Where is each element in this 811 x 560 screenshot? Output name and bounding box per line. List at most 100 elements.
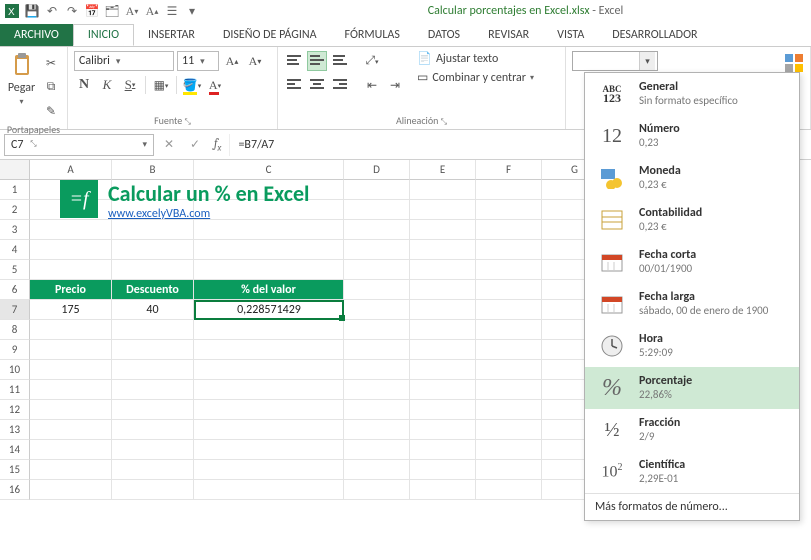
row-header-15[interactable]: 15 bbox=[0, 460, 30, 480]
col-header-A[interactable]: A bbox=[30, 160, 112, 180]
cell-E11[interactable] bbox=[410, 380, 476, 400]
cell-D12[interactable] bbox=[344, 400, 410, 420]
font-smaller-icon[interactable]: A▾ bbox=[124, 3, 140, 19]
cell-A14[interactable] bbox=[30, 440, 112, 460]
cell-D16[interactable] bbox=[344, 480, 410, 500]
tab-data[interactable]: DATOS bbox=[414, 24, 474, 46]
row-header-13[interactable]: 13 bbox=[0, 420, 30, 440]
numfmt-item-porcentaje[interactable]: %Porcentaje22,86% bbox=[585, 367, 799, 409]
cell-D9[interactable] bbox=[344, 340, 410, 360]
orientation-icon[interactable]: ⤢▾ bbox=[362, 51, 382, 71]
numfmt-item-hora[interactable]: Hora5:29:09 bbox=[585, 325, 799, 367]
cell-C14[interactable] bbox=[194, 440, 344, 460]
cell-F16[interactable] bbox=[476, 480, 542, 500]
cancel-formula-icon[interactable]: ✕ bbox=[158, 134, 180, 156]
cell-E5[interactable] bbox=[410, 260, 476, 280]
cell-D1[interactable] bbox=[344, 180, 410, 200]
grow-font-icon[interactable]: A▴ bbox=[222, 51, 242, 71]
align-bottom-icon[interactable] bbox=[330, 51, 350, 71]
cell-E10[interactable] bbox=[410, 360, 476, 380]
cell-B7[interactable]: 40 bbox=[112, 300, 194, 320]
cut-icon[interactable]: ✂ bbox=[41, 53, 61, 73]
row-header-3[interactable]: 3 bbox=[0, 220, 30, 240]
cell-F11[interactable] bbox=[476, 380, 542, 400]
cell-F7[interactable] bbox=[476, 300, 542, 320]
tab-formulas[interactable]: FÓRMULAS bbox=[331, 24, 414, 46]
cell-C4[interactable] bbox=[194, 240, 344, 260]
cell-E4[interactable] bbox=[410, 240, 476, 260]
select-all-corner[interactable] bbox=[0, 160, 30, 180]
cell-F4[interactable] bbox=[476, 240, 542, 260]
merge-center-button[interactable]: ▭Combinar y centrar ▾ bbox=[417, 70, 534, 85]
cell-E8[interactable] bbox=[410, 320, 476, 340]
cell-C3[interactable] bbox=[194, 220, 344, 240]
font-color-button[interactable]: A▾ bbox=[205, 75, 225, 95]
col-header-F[interactable]: F bbox=[476, 160, 542, 180]
cell-B3[interactable] bbox=[112, 220, 194, 240]
save-icon[interactable]: 💾 bbox=[24, 3, 40, 19]
cell-E13[interactable] bbox=[410, 420, 476, 440]
cell-C7[interactable]: 0,228571429 bbox=[194, 300, 344, 320]
numfmt-item-moneda[interactable]: Moneda0,23 € bbox=[585, 157, 799, 199]
cell-F14[interactable] bbox=[476, 440, 542, 460]
conditional-formatting-icon[interactable] bbox=[784, 53, 804, 73]
font-larger-icon[interactable]: A▴ bbox=[144, 3, 160, 19]
cell-A7[interactable]: 175 bbox=[30, 300, 112, 320]
row-header-2[interactable]: 2 bbox=[0, 200, 30, 220]
cell-E2[interactable] bbox=[410, 200, 476, 220]
fx-icon[interactable]: fx bbox=[214, 136, 221, 153]
align-center-icon[interactable] bbox=[307, 75, 327, 95]
font-name-combo[interactable]: Calibri▾ bbox=[74, 51, 174, 71]
accept-formula-icon[interactable]: ✓ bbox=[184, 134, 206, 156]
cell-E7[interactable] bbox=[410, 300, 476, 320]
cell-C8[interactable] bbox=[194, 320, 344, 340]
paste-button[interactable]: Pegar ▾ bbox=[6, 49, 37, 107]
col-header-D[interactable]: D bbox=[344, 160, 410, 180]
redo-icon[interactable]: ↷ bbox=[64, 3, 80, 19]
cell-A10[interactable] bbox=[30, 360, 112, 380]
cell-B16[interactable] bbox=[112, 480, 194, 500]
qat-icon-2[interactable]: 🗂 bbox=[104, 3, 120, 19]
cell-C12[interactable] bbox=[194, 400, 344, 420]
cell-D11[interactable] bbox=[344, 380, 410, 400]
cell-C15[interactable] bbox=[194, 460, 344, 480]
align-right-icon[interactable] bbox=[330, 75, 350, 95]
qat-icon-5[interactable]: ☰ bbox=[164, 3, 180, 19]
row-header-11[interactable]: 11 bbox=[0, 380, 30, 400]
cell-B15[interactable] bbox=[112, 460, 194, 480]
cell-F15[interactable] bbox=[476, 460, 542, 480]
cell-A9[interactable] bbox=[30, 340, 112, 360]
cell-E12[interactable] bbox=[410, 400, 476, 420]
copy-icon[interactable]: ⧉ bbox=[41, 77, 61, 97]
align-top-icon[interactable] bbox=[284, 51, 304, 71]
tab-file[interactable]: ARCHIVO bbox=[0, 24, 73, 46]
underline-button[interactable]: S ▾ bbox=[120, 75, 140, 95]
cell-F5[interactable] bbox=[476, 260, 542, 280]
cell-E6[interactable] bbox=[410, 280, 476, 300]
shrink-font-icon[interactable]: A▾ bbox=[245, 51, 265, 71]
row-header-16[interactable]: 16 bbox=[0, 480, 30, 500]
cell-E3[interactable] bbox=[410, 220, 476, 240]
numfmt-item-fracción[interactable]: ½Fracción 2/9 bbox=[585, 409, 799, 451]
more-number-formats-link[interactable]: Más formatos de número... bbox=[585, 493, 799, 520]
numfmt-item-número[interactable]: 12Número0,23 bbox=[585, 115, 799, 157]
cell-D6[interactable] bbox=[344, 280, 410, 300]
cell-B4[interactable] bbox=[112, 240, 194, 260]
cell-B12[interactable] bbox=[112, 400, 194, 420]
format-painter-icon[interactable]: ✎ bbox=[41, 101, 61, 121]
cell-A3[interactable] bbox=[30, 220, 112, 240]
cell-B6[interactable]: Descuento bbox=[112, 280, 194, 300]
cell-C16[interactable] bbox=[194, 480, 344, 500]
qat-icon-6[interactable]: ▾ bbox=[184, 3, 200, 19]
cell-A15[interactable] bbox=[30, 460, 112, 480]
cell-F6[interactable] bbox=[476, 280, 542, 300]
italic-button[interactable]: K bbox=[97, 75, 117, 95]
qat-icon-1[interactable]: 📅 bbox=[84, 3, 100, 19]
cell-C10[interactable] bbox=[194, 360, 344, 380]
cell-F3[interactable] bbox=[476, 220, 542, 240]
row-header-6[interactable]: 6 bbox=[0, 280, 30, 300]
cell-D7[interactable] bbox=[344, 300, 410, 320]
cell-E1[interactable] bbox=[410, 180, 476, 200]
cell-D3[interactable] bbox=[344, 220, 410, 240]
font-size-combo[interactable]: 11▾ bbox=[177, 51, 219, 71]
